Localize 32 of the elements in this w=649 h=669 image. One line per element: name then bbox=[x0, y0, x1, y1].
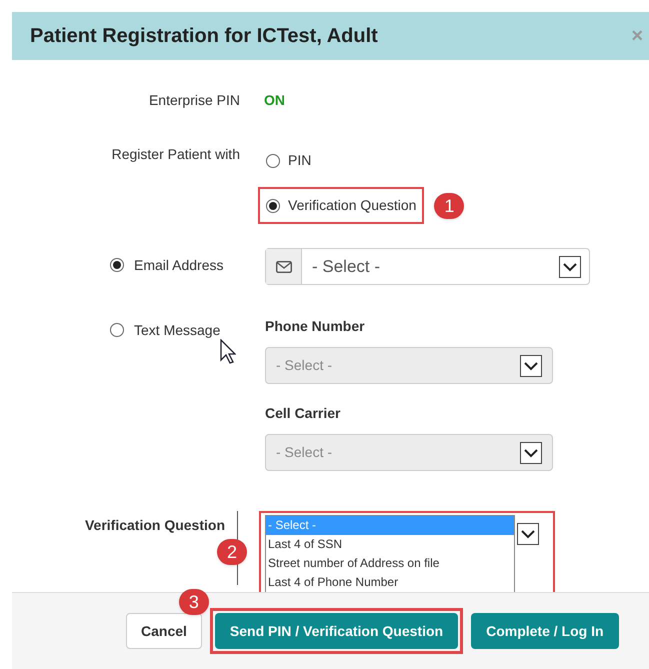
dropdown-list[interactable]: - Select - Last 4 of SSN Street number of Address on file Last 4 of Phone Number bbox=[265, 515, 515, 593]
caret-icon bbox=[517, 523, 539, 545]
field-label: Enterprise PIN bbox=[148, 90, 240, 110]
radio-label[interactable]: PIN bbox=[288, 150, 312, 171]
mouse-cursor-icon bbox=[220, 339, 236, 365]
window-title: Patient Registration for ICTest, Adult bbox=[30, 24, 378, 49]
caret-icon bbox=[520, 442, 542, 464]
dropdown-option[interactable]: Last 4 of SSN bbox=[266, 535, 514, 554]
callout-badge: 3 bbox=[178, 589, 209, 615]
radio-button[interactable] bbox=[266, 198, 280, 212]
radio-label[interactable]: Verification Question bbox=[288, 195, 416, 216]
field-label: Register Patient with bbox=[110, 145, 240, 164]
cancel-button[interactable]: Cancel bbox=[126, 613, 202, 649]
action-button[interactable]: Complete / Log In bbox=[471, 613, 619, 649]
caret-icon bbox=[520, 354, 542, 376]
caret-icon bbox=[559, 256, 581, 278]
field-label: Cell Carrier bbox=[265, 405, 340, 421]
dropdown-option[interactable]: Last 4 of Phone Number bbox=[266, 573, 514, 592]
status-value: ON bbox=[264, 90, 285, 110]
radio-button[interactable] bbox=[266, 154, 280, 168]
field-label: Phone Number bbox=[265, 318, 365, 334]
field-label: Verification Question bbox=[84, 516, 225, 535]
callout-badge: 1 bbox=[434, 193, 464, 219]
radio-label[interactable]: Text Message bbox=[134, 323, 220, 337]
dropdown-option[interactable]: Street number of Address on file bbox=[266, 554, 514, 573]
radio-button[interactable] bbox=[110, 323, 124, 337]
email-select-field[interactable]: - Select - bbox=[265, 248, 590, 285]
radio-button[interactable] bbox=[110, 258, 124, 272]
callout-badge: 2 bbox=[217, 539, 247, 565]
envelope-icon bbox=[276, 260, 292, 272]
radio-label[interactable]: Email Address bbox=[134, 258, 224, 272]
action-button[interactable]: Send PIN / Verification Question bbox=[214, 613, 458, 649]
